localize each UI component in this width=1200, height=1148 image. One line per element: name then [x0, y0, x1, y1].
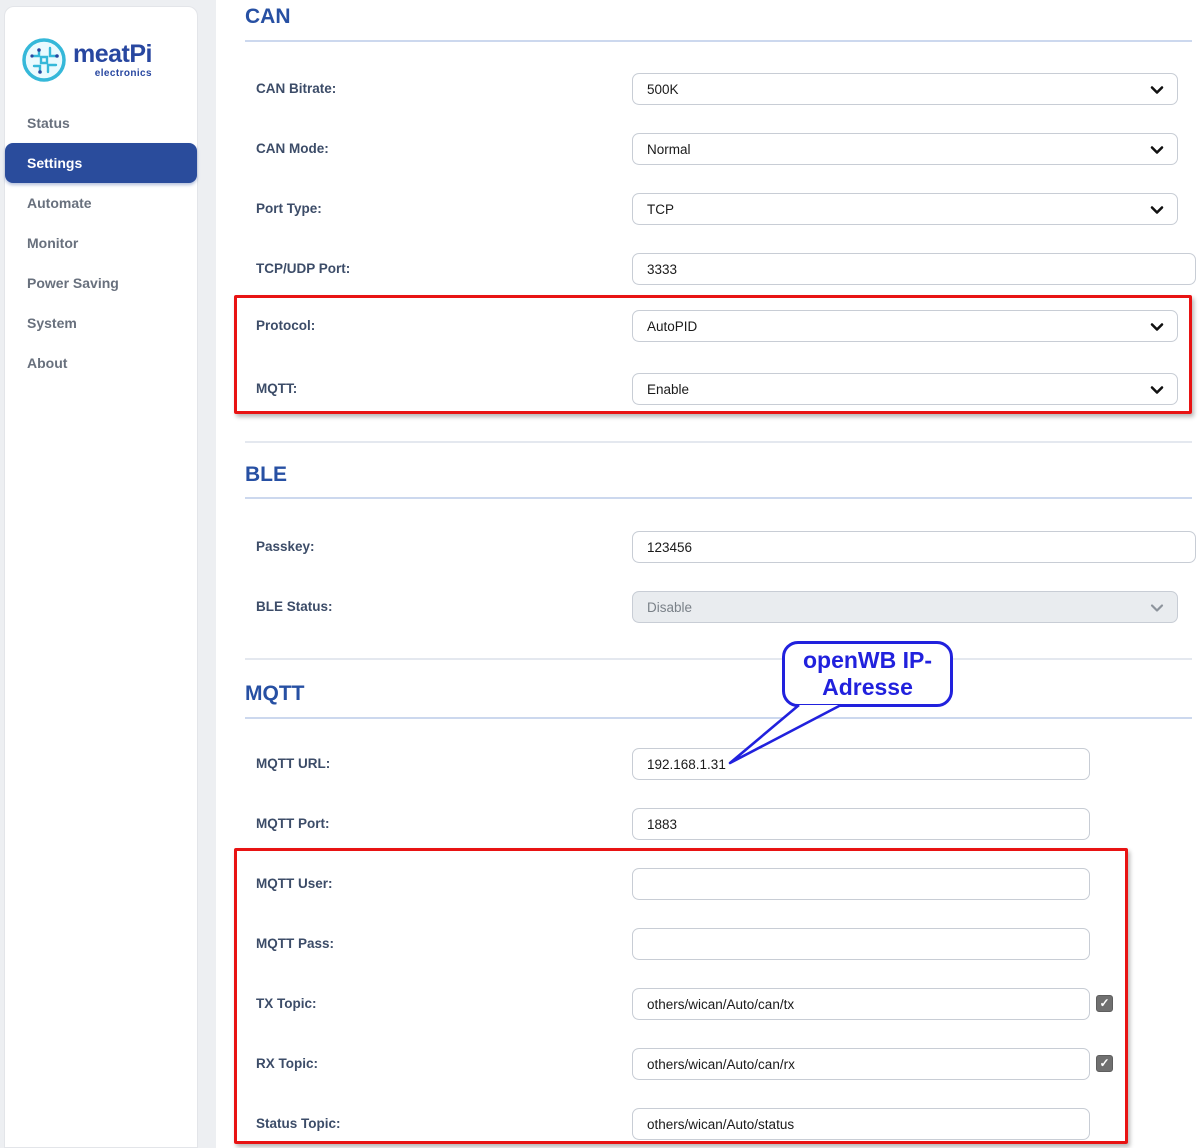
rx-topic-input[interactable] [632, 1048, 1090, 1080]
meatpi-circuit-icon [21, 37, 67, 83]
sidebar-item-settings[interactable]: Settings [5, 143, 197, 183]
select-value: AutoPID [647, 319, 1163, 334]
mqtt-url-input[interactable] [632, 748, 1090, 780]
divider [245, 40, 1192, 42]
brand-logo: meatPi electronics [21, 37, 152, 83]
form-row-mqtt-pass: MQTT Pass: [216, 928, 1200, 960]
passkey-label: Passkey: [256, 539, 315, 554]
mqtt-pass-label: MQTT Pass: [256, 936, 334, 951]
tx-topic-checkbox[interactable]: ✓ [1096, 995, 1113, 1012]
form-row-port-type: Port Type: TCP [216, 193, 1200, 225]
ble-status-label: BLE Status: [256, 599, 333, 614]
chevron-down-icon [1149, 600, 1165, 616]
form-row-mqtt-user: MQTT User: [216, 868, 1200, 900]
sidebar-item-about[interactable]: About [5, 343, 197, 383]
annotation-bubble-line1: openWB IP- [803, 647, 932, 674]
sidebar-nav: Status Settings Automate Monitor Power S… [5, 103, 197, 383]
select-value: Disable [647, 600, 1163, 615]
can-mode-label: CAN Mode: [256, 141, 329, 156]
form-row-mqtt-enable: MQTT: Enable [216, 373, 1200, 405]
select-value: Enable [647, 382, 1163, 397]
form-row-tcp-udp-port: TCP/UDP Port: [216, 253, 1200, 285]
form-row-can-bitrate: CAN Bitrate: 500K [216, 73, 1200, 105]
section-title-can: CAN [245, 5, 291, 29]
chevron-down-icon [1149, 319, 1165, 335]
mqtt-enable-select[interactable]: Enable [632, 373, 1178, 405]
passkey-input[interactable] [632, 531, 1196, 563]
select-value: TCP [647, 202, 1163, 217]
chevron-down-icon [1149, 82, 1165, 98]
port-type-label: Port Type: [256, 201, 322, 216]
status-topic-label: Status Topic: [256, 1116, 341, 1131]
tcp-udp-port-label: TCP/UDP Port: [256, 261, 350, 276]
tx-topic-label: TX Topic: [256, 996, 317, 1011]
ble-status-select: Disable [632, 591, 1178, 623]
sidebar-item-status[interactable]: Status [5, 103, 197, 143]
brand-subtitle: electronics [95, 69, 152, 79]
mqtt-url-label: MQTT URL: [256, 756, 330, 771]
sidebar-item-power-saving[interactable]: Power Saving [5, 263, 197, 303]
select-value: Normal [647, 142, 1163, 157]
mqtt-user-label: MQTT User: [256, 876, 333, 891]
protocol-select[interactable]: AutoPID [632, 310, 1178, 342]
form-row-ble-status: BLE Status: Disable [216, 591, 1200, 623]
rx-topic-label: RX Topic: [256, 1056, 318, 1071]
form-row-rx-topic: RX Topic: ✓ [216, 1048, 1200, 1080]
divider [245, 497, 1192, 499]
divider [245, 717, 1192, 719]
section-title-ble: BLE [245, 463, 287, 487]
form-row-mqtt-port: MQTT Port: [216, 808, 1200, 840]
sidebar-item-automate[interactable]: Automate [5, 183, 197, 223]
divider [245, 441, 1192, 443]
sidebar-item-monitor[interactable]: Monitor [5, 223, 197, 263]
port-type-select[interactable]: TCP [632, 193, 1178, 225]
mqtt-port-label: MQTT Port: [256, 816, 330, 831]
form-row-mqtt-url: MQTT URL: [216, 748, 1200, 780]
mqtt-enable-label: MQTT: [256, 381, 297, 396]
section-title-mqtt: MQTT [245, 682, 304, 706]
form-row-tx-topic: TX Topic: ✓ [216, 988, 1200, 1020]
chevron-down-icon [1149, 142, 1165, 158]
form-row-can-mode: CAN Mode: Normal [216, 133, 1200, 165]
form-row-passkey: Passkey: [216, 531, 1200, 563]
form-row-status-topic: Status Topic: [216, 1108, 1200, 1140]
settings-panel: CAN CAN Bitrate: 500K CAN Mode: Normal P… [216, 0, 1200, 1148]
mqtt-port-input[interactable] [632, 808, 1090, 840]
chevron-down-icon [1149, 202, 1165, 218]
brand-name: meatPi [73, 42, 152, 67]
mqtt-pass-input[interactable] [632, 928, 1090, 960]
tcp-udp-port-input[interactable] [632, 253, 1196, 285]
annotation-bubble-line2: Adresse [822, 674, 913, 701]
rx-topic-checkbox[interactable]: ✓ [1096, 1055, 1113, 1072]
status-topic-input[interactable] [632, 1108, 1090, 1140]
divider [245, 658, 1192, 660]
annotation-bubble: openWB IP- Adresse [782, 641, 953, 707]
tx-topic-input[interactable] [632, 988, 1090, 1020]
mqtt-user-input[interactable] [632, 868, 1090, 900]
sidebar-item-system[interactable]: System [5, 303, 197, 343]
can-mode-select[interactable]: Normal [632, 133, 1178, 165]
sidebar: meatPi electronics Status Settings Autom… [4, 6, 198, 1148]
can-bitrate-label: CAN Bitrate: [256, 81, 336, 96]
can-bitrate-select[interactable]: 500K [632, 73, 1178, 105]
protocol-label: Protocol: [256, 318, 315, 333]
form-row-protocol: Protocol: AutoPID [216, 310, 1200, 342]
select-value: 500K [647, 82, 1163, 97]
chevron-down-icon [1149, 382, 1165, 398]
